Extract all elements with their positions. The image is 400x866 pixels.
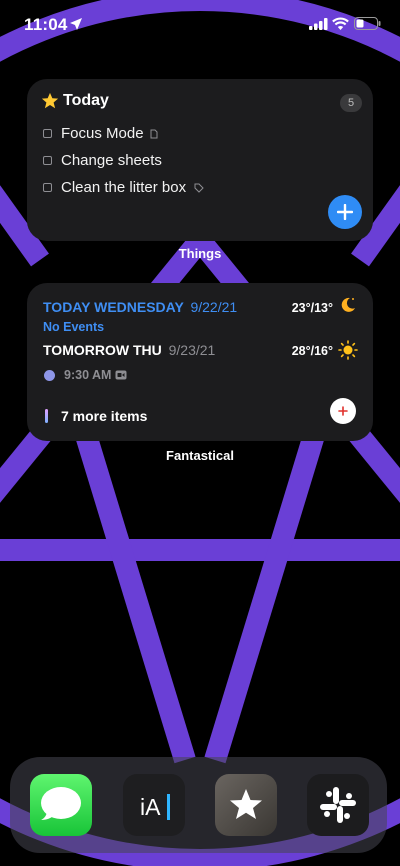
today-temperature: 23°/13° [291,301,333,315]
star-icon [41,92,59,109]
todo-item[interactable]: Clean the litter box [43,179,204,196]
things-count-badge: 5 [340,94,362,112]
svg-text:iA: iA [140,794,161,820]
tomorrow-date: 9/23/21 [168,342,216,358]
note-icon [150,129,158,138]
wifi-icon [332,17,349,30]
dock: iA [10,757,387,853]
slack-logo-icon [320,787,356,823]
status-time: 11:04 [24,15,68,34]
moon-icon [341,297,355,312]
things-title: Today [63,92,109,109]
today-header: TODAY WEDNESDAY 9/22/21 [43,299,237,315]
sun-icon [338,340,358,360]
tag-icon [194,183,204,193]
slack-app-icon[interactable] [307,774,369,836]
status-bar: 11:04 [0,0,400,50]
event-item[interactable]: 9:30 AM [44,368,127,382]
plus-icon [337,204,353,220]
todo-item[interactable]: Change sheets [43,152,162,169]
more-items-row[interactable]: 7 more items [45,408,147,424]
things-header: Today [41,92,109,110]
calendar-color-dot [44,369,55,381]
more-items-label: 7 more items [61,408,148,424]
checkbox[interactable] [43,129,52,138]
today-date: 9/22/21 [190,299,238,315]
more-items-indicator [45,409,48,423]
todo-item[interactable]: Focus Mode [43,125,159,142]
fantastical-add-button[interactable] [330,398,356,424]
messages-app-icon[interactable] [30,774,92,836]
today-label: TODAY WEDNESDAY [43,299,184,315]
tomorrow-header: TOMORROW THU 9/23/21 [43,342,215,358]
battery-icon [354,17,381,30]
todo-label: Focus Mode [61,125,144,142]
tomorrow-temperature: 28°/16° [291,344,333,358]
cellular-signal-icon [309,18,328,30]
plus-icon [338,406,348,416]
reeder-app-icon[interactable] [215,774,277,836]
reeder-star-icon [230,789,262,819]
todo-label: Change sheets [61,152,162,169]
things-add-button[interactable] [328,195,362,229]
speech-bubble-icon [41,787,81,820]
things-widget[interactable]: Today 5 Focus Mode Change sheets Clean t… [27,79,373,241]
no-events-label: No Events [43,320,105,334]
fantastical-widget[interactable]: TODAY WEDNESDAY 9/22/21 23°/13° No Event… [27,283,373,441]
things-caption: Things [178,246,222,261]
todo-label: Clean the litter box [61,179,187,196]
checkbox[interactable] [43,156,52,165]
fantastical-caption: Fantastical [166,448,234,463]
location-arrow-icon [70,18,82,30]
video-call-icon [115,370,127,380]
checkbox[interactable] [43,183,52,192]
ia-writer-app-icon[interactable]: iA [123,774,185,836]
ia-writer-logo-icon: iA [140,794,170,820]
tomorrow-label: TOMORROW THU [43,342,162,358]
event-time: 9:30 AM [64,368,112,382]
